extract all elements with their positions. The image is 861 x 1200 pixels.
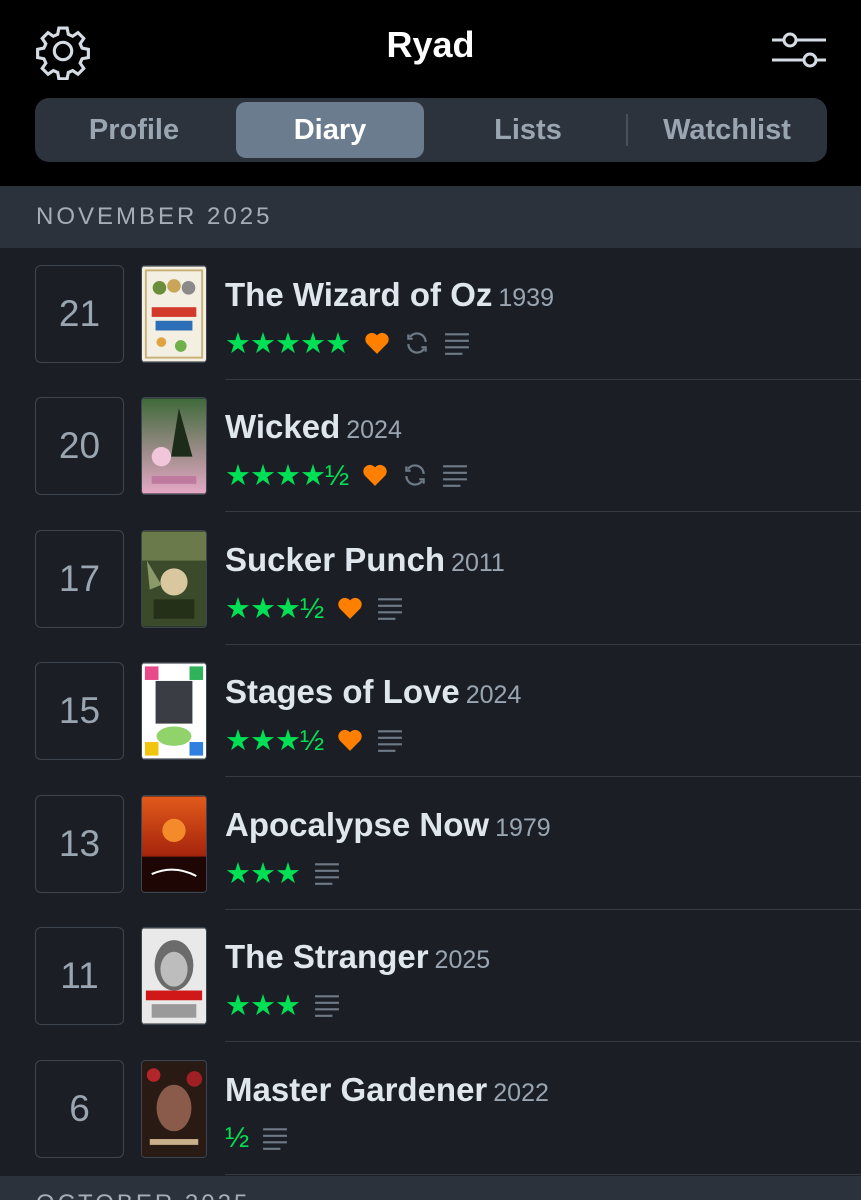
rewatch-icon <box>407 332 427 354</box>
film-heading: The Stranger 2025 <box>225 938 490 976</box>
rating-stars: ★★★½ <box>225 592 324 625</box>
film-poster[interactable] <box>141 397 207 495</box>
entry-meta: ★★★ <box>225 989 340 1022</box>
diary-entry[interactable]: 17 Sucker Punch 2011 ★★★½ <box>0 513 861 645</box>
review-lines-icon <box>315 863 339 885</box>
sliders-icon[interactable] <box>770 30 828 70</box>
film-year: 2022 <box>493 1079 549 1107</box>
rating-stars: ★★★★★ <box>225 327 351 360</box>
tab-profile[interactable]: Profile <box>39 102 229 158</box>
rating-stars: ½ <box>225 1121 249 1154</box>
month-label: NOVEMBER 2025 <box>36 203 273 230</box>
month-label: OCTOBER 2025 <box>36 1190 250 1200</box>
tab-divider <box>626 114 628 146</box>
diary-day: 11 <box>35 927 124 1025</box>
diary-day: 13 <box>35 795 124 893</box>
heart-icon <box>365 332 389 354</box>
entry-meta: ★★★½ <box>225 724 403 757</box>
diary-day: 21 <box>35 265 124 363</box>
film-heading: Apocalypse Now 1979 <box>225 806 551 844</box>
film-poster[interactable] <box>141 927 207 1025</box>
film-poster[interactable] <box>141 1060 207 1158</box>
review-lines-icon <box>378 730 403 752</box>
film-year: 2025 <box>434 946 491 974</box>
film-year: 1979 <box>495 814 551 842</box>
film-year: 2024 <box>346 416 402 444</box>
entry-meta: ½ <box>225 1121 288 1154</box>
film-year: 2011 <box>451 549 505 577</box>
film-year: 1939 <box>498 284 554 312</box>
rating-stars: ★★★ <box>225 989 301 1022</box>
diary-entry[interactable]: 20 Wicked 2024 ★★★★½ <box>0 380 861 512</box>
top-bar: Ryad Profile Diary Lists Watchlist <box>0 0 861 186</box>
row-divider <box>225 1174 861 1175</box>
diary-entry[interactable]: 6 Master Gardener 2022 ½ <box>0 1043 861 1175</box>
rating-stars: ★★★★½ <box>225 459 349 492</box>
diary-day: 6 <box>35 1060 124 1158</box>
film-title[interactable]: Sucker Punch <box>225 541 445 578</box>
tab-bar: Profile Diary Lists Watchlist <box>35 98 827 162</box>
diary-entry[interactable]: 11 The Stranger 2025 ★★★ <box>0 910 861 1042</box>
tab-diary[interactable]: Diary <box>236 102 424 158</box>
entry-meta: ★★★ <box>225 857 340 890</box>
entry-meta: ★★★★½ <box>225 459 468 492</box>
rewatch-icon <box>405 464 425 486</box>
review-lines-icon <box>445 333 469 355</box>
film-heading: Stages of Love 2024 <box>225 673 521 711</box>
heart-icon <box>363 464 387 486</box>
film-title[interactable]: Apocalypse Now <box>225 806 489 843</box>
film-title[interactable]: Master Gardener <box>225 1071 487 1108</box>
diary-day: 17 <box>35 530 124 628</box>
month-header: OCTOBER 2025 <box>0 1176 861 1200</box>
film-heading: The Wizard of Oz 1939 <box>225 276 554 314</box>
film-title[interactable]: Wicked <box>225 408 340 445</box>
rating-stars: ★★★ <box>225 857 301 890</box>
row-divider <box>225 1041 861 1042</box>
diary-entry[interactable]: 13 Apocalypse Now 1979 ★★★ <box>0 778 861 910</box>
film-title[interactable]: The Wizard of Oz <box>225 276 492 313</box>
film-year: 2024 <box>465 681 522 709</box>
row-divider <box>225 776 861 777</box>
diary-entry[interactable]: 21 The Wizard of Oz 1939 ★★★★★ <box>0 248 861 380</box>
tab-lists[interactable]: Lists <box>433 102 623 158</box>
film-title[interactable]: The Stranger <box>225 938 429 975</box>
page-title: Ryad <box>386 24 475 65</box>
diary-day: 15 <box>35 662 124 760</box>
row-divider <box>225 511 861 512</box>
entry-meta: ★★★½ <box>225 592 403 625</box>
review-lines-icon <box>263 1128 288 1150</box>
heart-icon <box>338 597 362 619</box>
film-poster[interactable] <box>141 795 207 893</box>
film-poster[interactable] <box>141 530 207 628</box>
film-poster[interactable] <box>141 265 207 363</box>
entry-meta: ★★★★★ <box>225 327 470 360</box>
film-heading: Master Gardener 2022 <box>225 1071 549 1109</box>
review-lines-icon <box>315 995 339 1017</box>
review-lines-icon <box>443 465 468 487</box>
tab-watchlist[interactable]: Watchlist <box>633 102 821 158</box>
month-header: NOVEMBER 2025 <box>0 186 861 248</box>
heart-icon <box>338 729 362 751</box>
rating-stars: ★★★½ <box>225 724 324 757</box>
film-title[interactable]: Stages of Love <box>225 673 460 710</box>
diary-entry[interactable]: 15 Stages of Love 2024 ★★★½ <box>0 645 861 777</box>
review-lines-icon <box>378 598 403 620</box>
film-heading: Wicked 2024 <box>225 408 402 446</box>
diary-day: 20 <box>35 397 124 495</box>
film-heading: Sucker Punch 2011 <box>225 541 505 579</box>
film-poster[interactable] <box>141 662 207 760</box>
